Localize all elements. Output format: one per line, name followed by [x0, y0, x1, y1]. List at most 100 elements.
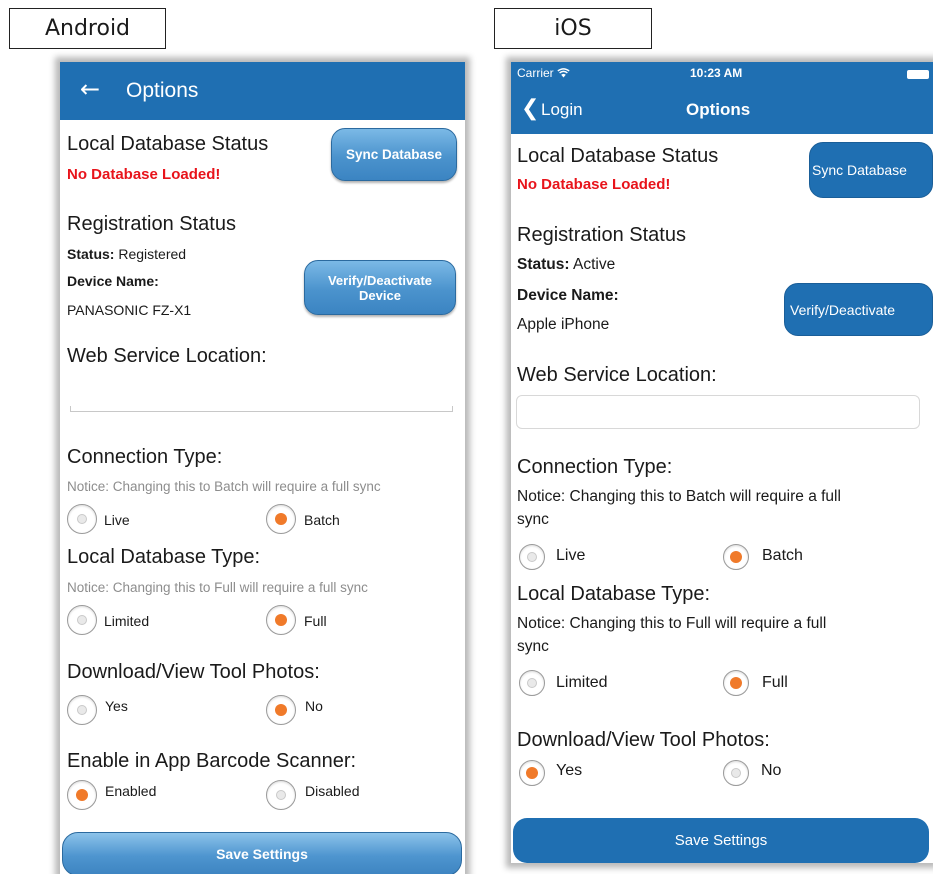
connection-batch-label: Batch: [762, 547, 803, 564]
photos-heading: Download/View Tool Photos:: [67, 661, 320, 683]
clock: 10:23 AM: [690, 66, 743, 80]
scanner-enabled-radio[interactable]: [67, 780, 97, 810]
radio-dot: [276, 790, 286, 800]
connection-type-heading: Connection Type:: [517, 456, 673, 478]
save-settings-button[interactable]: Save Settings: [62, 832, 462, 874]
db-type-limited-radio[interactable]: [67, 605, 97, 635]
radio-dot: [77, 705, 87, 715]
radio-dot: [527, 678, 537, 688]
device-name-key: Device Name:: [67, 273, 159, 289]
sync-database-button[interactable]: Sync Database: [331, 128, 457, 181]
photos-heading: Download/View Tool Photos:: [517, 729, 770, 751]
connection-notice: Notice: Changing this to Batch will requ…: [67, 479, 381, 494]
db-type-full-label: Full: [762, 674, 788, 691]
db-type-full-radio[interactable]: [266, 605, 296, 635]
photos-yes-label: Yes: [556, 762, 583, 779]
back-arrow-icon[interactable]: ←: [80, 75, 100, 103]
connection-notice-line2: sync: [517, 511, 549, 528]
scanner-disabled-radio[interactable]: [266, 780, 296, 810]
web-service-input[interactable]: [516, 395, 920, 429]
connection-live-radio[interactable]: [67, 504, 97, 534]
save-settings-label: Save Settings: [216, 846, 308, 862]
local-db-status-heading: Local Database Status: [517, 145, 719, 167]
device-name-value: PANASONIC FZ-X1: [67, 302, 192, 318]
android-label: Android: [9, 8, 166, 49]
carrier-text: Carrier: [517, 66, 554, 80]
radio-dot: [275, 513, 287, 525]
web-service-heading: Web Service Location:: [517, 364, 717, 386]
db-type-limited-label: Limited: [556, 674, 608, 691]
ios-screen: Carrier 10:23 AM ❮ Login Options Local D…: [511, 62, 933, 863]
scanner-enabled-label: Enabled: [105, 783, 157, 799]
db-type-full-label: Full: [304, 613, 327, 629]
connection-live-label: Live: [556, 547, 586, 564]
radio-dot: [76, 789, 88, 801]
db-status-error: No Database Loaded!: [67, 166, 221, 183]
local-db-type-heading: Local Database Type:: [517, 583, 711, 605]
local-db-type-notice-line1: Notice: Changing this to Full will requi…: [517, 615, 827, 632]
verify-deactivate-button[interactable]: Verify/Deactivate Device: [304, 260, 456, 315]
back-login-button[interactable]: Login: [541, 100, 583, 120]
ios-label-text: iOS: [554, 16, 592, 41]
scanner-heading: Enable in App Barcode Scanner:: [67, 750, 357, 772]
connection-batch-radio[interactable]: [266, 504, 296, 534]
local-db-type-notice: Notice: Changing this to Full will requi…: [67, 580, 368, 595]
connection-batch-label: Batch: [304, 512, 340, 528]
radio-dot: [275, 614, 287, 626]
connection-live-label: Live: [104, 512, 130, 528]
connection-type-heading: Connection Type:: [67, 446, 223, 468]
db-type-full-radio[interactable]: [723, 670, 749, 696]
db-status-error: No Database Loaded!: [517, 176, 671, 193]
verify-label-line2: Device: [359, 287, 401, 303]
photos-yes-radio[interactable]: [67, 695, 97, 725]
save-settings-button[interactable]: Save Settings: [513, 818, 929, 863]
web-service-input[interactable]: [70, 406, 453, 412]
battery-icon: [907, 70, 929, 79]
radio-dot: [77, 514, 87, 524]
photos-no-radio[interactable]: [723, 760, 749, 786]
photos-yes-label: Yes: [105, 698, 128, 714]
radio-dot: [77, 615, 87, 625]
chevron-left-icon[interactable]: ❮: [521, 96, 539, 121]
device-name-key: Device Name:: [517, 287, 619, 304]
radio-dot: [526, 767, 538, 779]
db-type-limited-radio[interactable]: [519, 670, 545, 696]
save-settings-label: Save Settings: [674, 832, 768, 849]
status-row: Status: Registered: [67, 246, 186, 262]
verify-label: Verify/Deactivate: [790, 301, 896, 318]
scanner-disabled-label: Disabled: [305, 783, 360, 799]
sync-database-label: Sync Database: [812, 162, 907, 178]
radio-dot: [730, 551, 742, 563]
db-type-limited-label: Limited: [104, 613, 150, 629]
photos-no-label: No: [761, 762, 782, 779]
android-label-text: Android: [44, 16, 131, 41]
verify-label-line1: Verify/Deactivate: [327, 272, 433, 288]
android-app-bar: ← Options: [60, 62, 465, 120]
photos-no-label: No: [305, 698, 323, 714]
android-page-title: Options: [126, 79, 199, 102]
local-db-type-heading: Local Database Type:: [67, 546, 261, 568]
web-service-heading: Web Service Location:: [67, 345, 267, 367]
status-value: Registered: [118, 246, 187, 262]
radio-dot: [275, 704, 287, 716]
ios-nav-bar: Carrier 10:23 AM ❮ Login Options: [511, 62, 933, 134]
connection-batch-radio[interactable]: [723, 544, 749, 570]
status-row: Status: Active: [517, 256, 615, 274]
sync-database-label: Sync Database: [345, 147, 443, 162]
radio-dot: [730, 677, 742, 689]
status-key: Status:: [67, 246, 115, 262]
photos-yes-radio[interactable]: [519, 760, 545, 786]
device-name-key-text: Device Name:: [67, 273, 159, 289]
device-name-value: Apple iPhone: [517, 316, 610, 333]
connection-live-radio[interactable]: [519, 544, 545, 570]
radio-dot: [527, 552, 537, 562]
photos-no-radio[interactable]: [266, 695, 296, 725]
wifi-icon: [557, 68, 570, 78]
local-db-type-notice-line2: sync: [517, 638, 549, 655]
carrier-label: Carrier: [517, 66, 570, 80]
registration-status-heading: Registration Status: [67, 213, 236, 235]
sync-database-button[interactable]: Sync Database: [809, 142, 933, 198]
radio-dot: [731, 768, 741, 778]
local-db-status-heading: Local Database Status: [67, 133, 269, 155]
verify-deactivate-button[interactable]: Verify/Deactivate: [784, 283, 933, 336]
